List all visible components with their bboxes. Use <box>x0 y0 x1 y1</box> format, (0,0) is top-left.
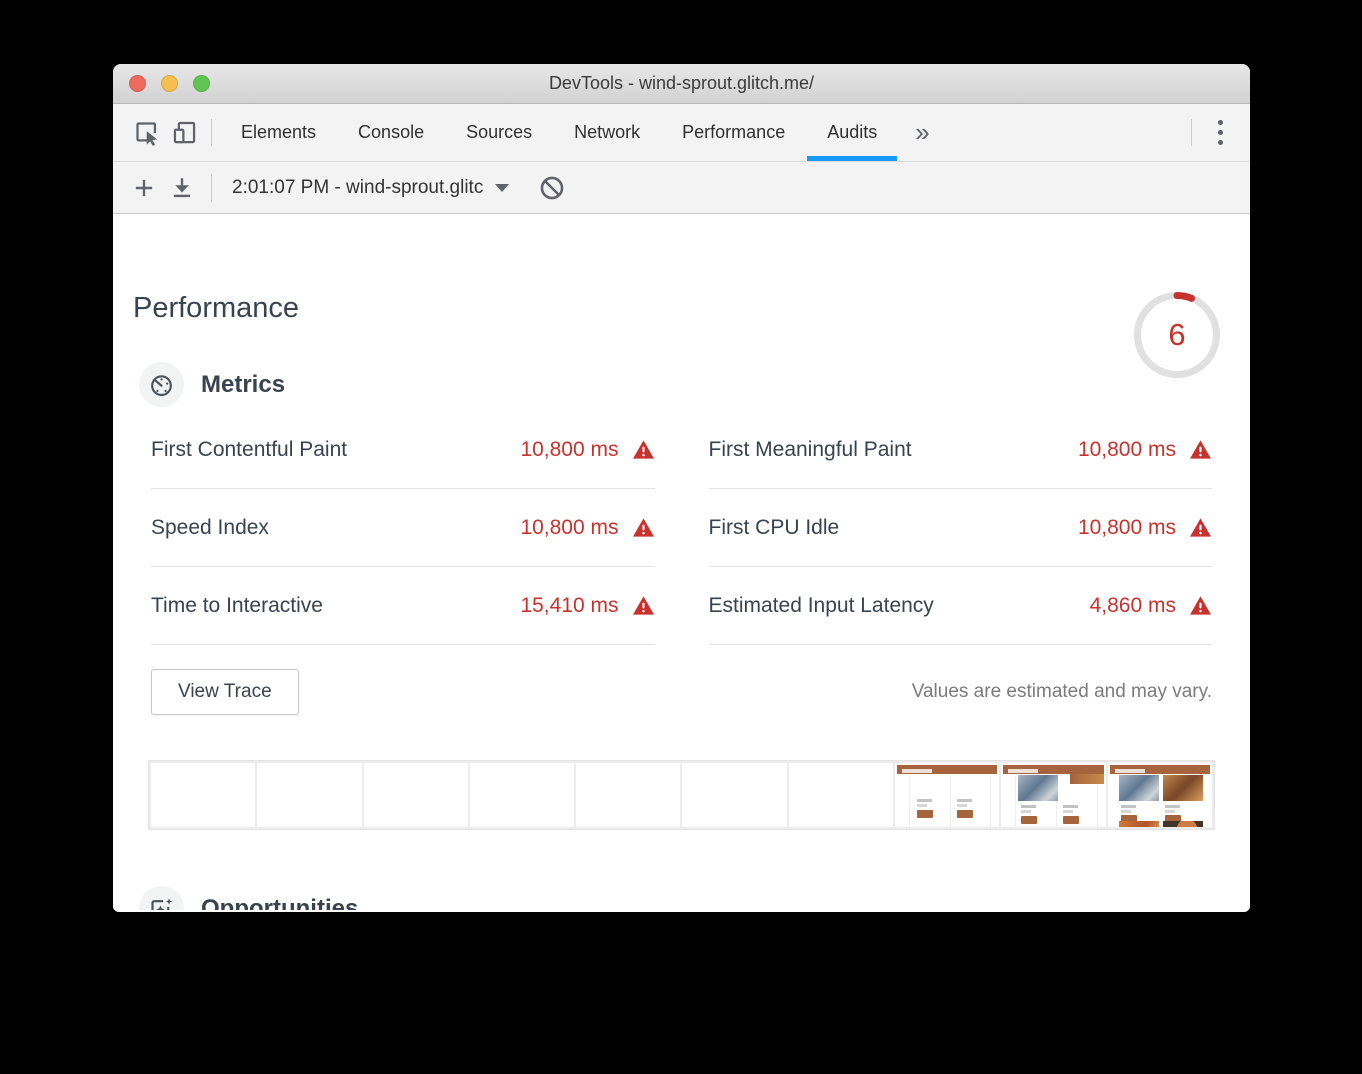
more-tabs-icon[interactable]: » <box>898 104 946 161</box>
opportunities-section-title: Opportunities <box>201 895 358 911</box>
new-audit-icon[interactable] <box>125 171 163 205</box>
warning-icon <box>632 517 655 538</box>
tab-elements[interactable]: Elements <box>220 104 337 161</box>
toolbar-separator <box>211 174 212 202</box>
filmstrip-frame <box>789 763 893 827</box>
metrics-section-title: Metrics <box>201 371 285 399</box>
toolbar-separator <box>211 119 212 146</box>
warning-icon <box>632 439 655 460</box>
filmstrip-frame <box>895 763 999 827</box>
audit-run-label: 2:01:07 PM - wind-sprout.glitc <box>232 177 483 199</box>
audits-toolbar: 2:01:07 PM - wind-sprout.glitc <box>113 162 1250 214</box>
filmstrip-frame <box>1108 763 1212 827</box>
chevron-down-icon <box>495 184 509 192</box>
performance-score-gauge: 6 <box>1130 288 1224 382</box>
metric-speed-index: Speed Index 10,800 ms <box>151 489 655 567</box>
view-trace-button[interactable]: View Trace <box>151 669 299 715</box>
window-controls <box>129 64 210 103</box>
filmstrip-frame <box>151 763 255 827</box>
category-title: Performance <box>133 292 1230 325</box>
filmstrip-frame <box>1001 763 1105 827</box>
audit-report: Performance 6 <box>113 214 1250 910</box>
inspect-element-icon[interactable] <box>127 114 165 152</box>
tab-audits[interactable]: Audits <box>806 104 898 161</box>
warning-icon <box>1189 517 1212 538</box>
metrics-gauge-icon <box>139 362 184 407</box>
filmstrip <box>148 760 1215 830</box>
metric-first-cpu-idle: First CPU Idle 10,800 ms <box>709 489 1213 567</box>
warning-icon <box>1189 439 1212 460</box>
metrics-section-header: Metrics <box>139 362 1230 407</box>
warning-icon <box>632 595 655 616</box>
download-report-icon[interactable] <box>163 171 201 205</box>
window-title: DevTools - wind-sprout.glitch.me/ <box>549 73 814 94</box>
estimate-note: Values are estimated and may vary. <box>912 681 1212 703</box>
tab-network[interactable]: Network <box>553 104 661 161</box>
filmstrip-frame <box>682 763 786 827</box>
opportunities-icon <box>139 886 184 910</box>
filmstrip-frame <box>257 763 361 827</box>
opportunities-section-header: Opportunities <box>139 886 1230 910</box>
metric-time-to-interactive: Time to Interactive 15,410 ms <box>151 567 655 645</box>
performance-score-value: 6 <box>1130 288 1224 382</box>
warning-icon <box>1189 595 1212 616</box>
metric-first-meaningful-paint: First Meaningful Paint 10,800 ms <box>709 411 1213 489</box>
audit-run-dropdown[interactable]: 2:01:07 PM - wind-sprout.glitc <box>222 177 519 199</box>
metrics-grid: First Contentful Paint 10,800 ms First M… <box>151 411 1212 645</box>
devtools-window: DevTools - wind-sprout.glitch.me/ Elemen… <box>113 64 1250 912</box>
devtools-tabbar: Elements Console Sources Network Perform… <box>113 104 1250 162</box>
minimize-window-button[interactable] <box>161 75 178 92</box>
filmstrip-frame <box>576 763 680 827</box>
filmstrip-frame <box>364 763 468 827</box>
devtools-menu-icon[interactable] <box>1200 113 1240 153</box>
metric-estimated-input-latency: Estimated Input Latency 4,860 ms <box>709 567 1213 645</box>
window-titlebar: DevTools - wind-sprout.glitch.me/ <box>113 64 1250 104</box>
tab-performance[interactable]: Performance <box>661 104 806 161</box>
close-window-button[interactable] <box>129 75 146 92</box>
tab-sources[interactable]: Sources <box>445 104 553 161</box>
metric-first-contentful-paint: First Contentful Paint 10,800 ms <box>151 411 655 489</box>
tab-console[interactable]: Console <box>337 104 445 161</box>
filmstrip-frame <box>470 763 574 827</box>
zoom-window-button[interactable] <box>193 75 210 92</box>
clear-audits-icon[interactable] <box>533 171 571 205</box>
toolbar-separator <box>1191 119 1192 146</box>
toggle-device-toolbar-icon[interactable] <box>165 114 203 152</box>
